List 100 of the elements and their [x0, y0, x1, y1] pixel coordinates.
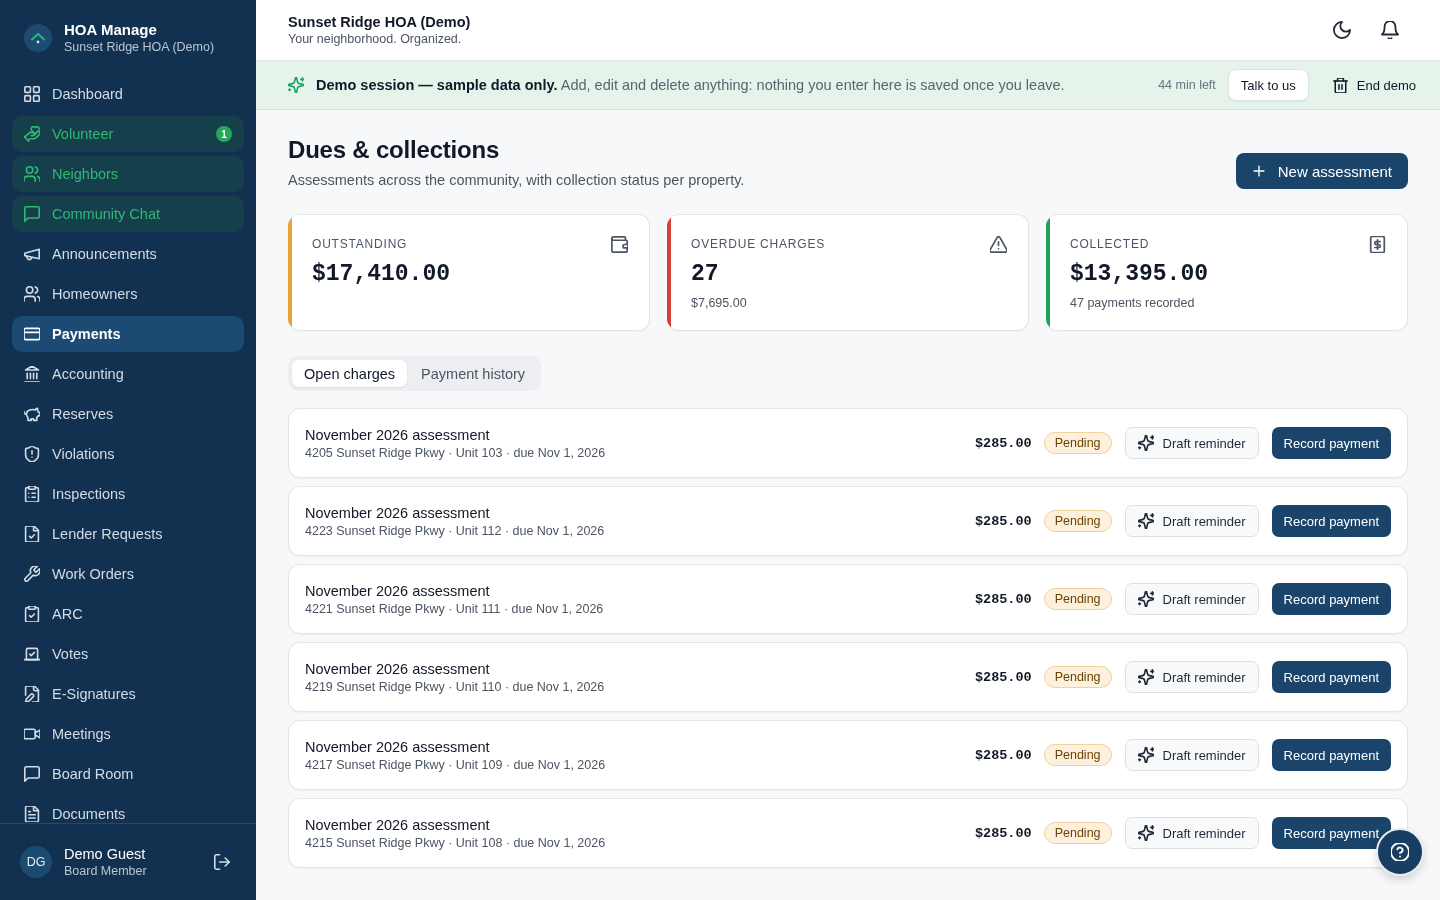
- new-assessment-button[interactable]: New assessment: [1235, 153, 1408, 189]
- nav-item[interactable]: Announcements: [12, 236, 244, 272]
- video-camera-icon: [24, 726, 40, 742]
- record-payment-button[interactable]: Record payment: [1271, 739, 1391, 771]
- nav-item[interactable]: Violations: [12, 436, 244, 472]
- nav-item[interactable]: Votes: [12, 636, 244, 672]
- chat-icon: [24, 206, 40, 222]
- charge-amount: $285.00: [974, 747, 1032, 763]
- charge-amount: $285.00: [974, 591, 1032, 607]
- record-payment-button[interactable]: Record payment: [1271, 661, 1391, 693]
- count-badge: 1: [216, 126, 232, 142]
- document-check-icon: [24, 526, 40, 542]
- sparkles-icon: [288, 77, 304, 93]
- nav-item[interactable]: ARC: [12, 596, 244, 632]
- record-payment-button[interactable]: Record payment: [1271, 427, 1391, 459]
- chat-icon: [24, 766, 40, 782]
- nav-item[interactable]: Meetings: [12, 716, 244, 752]
- people-icon: [24, 286, 40, 302]
- nav-item[interactable]: Work Orders: [12, 556, 244, 592]
- tab[interactable]: Payment history: [409, 360, 538, 387]
- moon-icon: [1333, 21, 1351, 39]
- charge-amount: $285.00: [974, 435, 1032, 451]
- nav-item[interactable]: Reserves: [12, 396, 244, 432]
- stat-label: OVERDUE CHARGES: [691, 237, 826, 251]
- nav-item[interactable]: Payments: [12, 316, 244, 352]
- status-badge: Pending: [1043, 666, 1112, 688]
- plus-icon: [1251, 164, 1266, 178]
- status-badge: Pending: [1043, 822, 1112, 844]
- page-subtitle: Assessments across the community, with collection status per property.: [288, 171, 745, 190]
- end-demo-button[interactable]: End demo: [1320, 69, 1428, 101]
- user-role: Board Member: [64, 863, 148, 879]
- status-badge: Pending: [1043, 432, 1112, 454]
- nav-item[interactable]: Documents: [12, 796, 244, 823]
- sparkles-icon: [1137, 825, 1154, 841]
- house-logo-icon: [24, 24, 52, 52]
- document-pen-icon: [24, 686, 40, 702]
- draft-reminder-button[interactable]: Draft reminder: [1124, 583, 1259, 615]
- stat-value: 27: [691, 260, 720, 289]
- logout-button[interactable]: [212, 852, 232, 872]
- logout-icon: [214, 854, 230, 870]
- brand-subtitle: Sunset Ridge HOA (Demo): [64, 39, 215, 55]
- draft-reminder-button[interactable]: Draft reminder: [1124, 427, 1259, 459]
- record-payment-button[interactable]: Record payment: [1271, 505, 1391, 537]
- clipboard-icon: [24, 486, 40, 502]
- stat-detail: 47 payments recorded: [1070, 295, 1196, 311]
- dollar-box-icon: [1369, 235, 1386, 253]
- megaphone-icon: [24, 246, 40, 262]
- charge-title: November 2026 assessment: [305, 659, 491, 679]
- nav-item[interactable]: Community Chat: [12, 196, 244, 232]
- help-icon: [1391, 843, 1409, 861]
- draft-reminder-button[interactable]: Draft reminder: [1124, 739, 1259, 771]
- stat-detail: $7,695.00: [691, 295, 748, 311]
- sparkles-icon: [1137, 591, 1154, 607]
- sparkles-icon: [1137, 669, 1154, 685]
- charge-title: November 2026 assessment: [305, 815, 491, 835]
- nav-item[interactable]: Volunteer 1: [12, 116, 244, 152]
- page-title: Dues & collections: [288, 135, 501, 165]
- record-payment-button[interactable]: Record payment: [1271, 817, 1391, 849]
- tab[interactable]: Open charges: [292, 360, 408, 387]
- piggy-bank-icon: [24, 406, 40, 422]
- wrench-icon: [24, 566, 40, 582]
- sparkles-icon: [1137, 435, 1154, 451]
- charge-title: November 2026 assessment: [305, 737, 491, 757]
- stat-label: COLLECTED: [1070, 237, 1150, 251]
- trash-icon: [1332, 77, 1348, 93]
- charge-detail: 4205 Sunset Ridge Pkwy · Unit 103 · due Nov 1, 2026: [305, 444, 607, 461]
- nav-item[interactable]: Neighbors: [12, 156, 244, 192]
- draft-reminder-button[interactable]: Draft reminder: [1124, 661, 1259, 693]
- nav-item[interactable]: Dashboard: [12, 76, 244, 112]
- hand-heart-icon: [24, 126, 40, 142]
- charge-amount: $285.00: [974, 669, 1032, 685]
- nav-item[interactable]: Lender Requests: [12, 516, 244, 552]
- nav-item[interactable]: Homeowners: [12, 276, 244, 312]
- user-name: Demo Guest: [64, 845, 147, 863]
- nav-item[interactable]: E-Signatures: [12, 676, 244, 712]
- wallet-icon: [611, 235, 628, 253]
- nav-item[interactable]: Inspections: [12, 476, 244, 512]
- stat-label: OUTSTANDING: [312, 237, 408, 251]
- stat-value: $17,410.00: [312, 260, 452, 289]
- bank-icon: [24, 366, 40, 382]
- grid-icon: [24, 86, 40, 102]
- nav-item[interactable]: Board Room: [12, 756, 244, 792]
- warning-icon: [990, 235, 1007, 253]
- sparkles-icon: [1137, 513, 1154, 529]
- clipboard-check-icon: [24, 606, 40, 622]
- avatar-initials: DG: [20, 846, 52, 878]
- credit-card-icon: [24, 326, 40, 342]
- talk-to-us-button[interactable]: Talk to us: [1227, 69, 1309, 101]
- document-icon: [24, 806, 40, 822]
- record-payment-button[interactable]: Record payment: [1271, 583, 1391, 615]
- charge-detail: 4221 Sunset Ridge Pkwy · Unit 111 · due Nov 1, 2026: [305, 600, 605, 617]
- charge-amount: $285.00: [974, 825, 1032, 841]
- draft-reminder-button[interactable]: Draft reminder: [1124, 817, 1259, 849]
- charge-amount: $285.00: [974, 513, 1032, 529]
- ballot-box-icon: [24, 646, 40, 662]
- banner-message: Demo session — sample data only. Add, edit and delete anything: nothing you enter here is saved once you leave.: [316, 77, 1066, 93]
- time-left: 44 min left: [1158, 78, 1216, 92]
- nav-item[interactable]: Accounting: [12, 356, 244, 392]
- draft-reminder-button[interactable]: Draft reminder: [1124, 505, 1259, 537]
- charge-title: November 2026 assessment: [305, 503, 491, 523]
